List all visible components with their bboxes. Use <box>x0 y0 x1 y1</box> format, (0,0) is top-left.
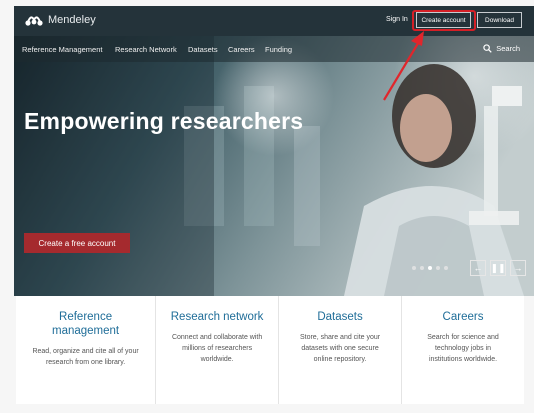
top-header: Mendeley Sign In Create account Download <box>14 6 534 36</box>
carousel-prev-button[interactable]: ← <box>470 260 486 276</box>
carousel-dot[interactable] <box>436 266 440 270</box>
hero-title: Empowering researchers <box>24 108 304 134</box>
carousel-dot[interactable] <box>444 266 448 270</box>
card-description: Search for science and technology jobs i… <box>427 334 499 363</box>
nav-reference-management[interactable]: Reference Management <box>22 45 102 54</box>
carousel-dot-active[interactable] <box>428 266 432 270</box>
arrow-left-icon: ← <box>473 263 483 273</box>
mendeley-logo[interactable]: Mendeley <box>24 13 96 27</box>
nav-research-network[interactable]: Research Network <box>115 45 177 54</box>
search-icon <box>483 44 492 53</box>
card-careers[interactable]: Careers Search for science and technolog… <box>402 296 524 404</box>
main-nav: Reference Management Research Network Da… <box>14 36 534 62</box>
download-button[interactable]: Download <box>477 12 522 28</box>
card-title: Datasets <box>317 311 363 323</box>
mendeley-logo-icon <box>25 16 43 26</box>
carousel-dot[interactable] <box>420 266 424 270</box>
card-description: Read, organize and cite all of your rese… <box>32 348 139 366</box>
carousel-pager <box>412 266 452 270</box>
mendeley-homepage: Empowering researchers Create a free acc… <box>0 0 534 413</box>
hero-lab-image <box>14 36 534 296</box>
annotation-highlight-box <box>412 10 476 31</box>
arrow-right-icon: → <box>513 263 523 273</box>
search-label: Search <box>496 44 520 53</box>
feature-cards: Reference management Read, organize and … <box>16 296 524 404</box>
nav-funding[interactable]: Funding <box>265 45 292 54</box>
create-free-account-button[interactable]: Create a free account <box>24 233 130 253</box>
nav-careers[interactable]: Careers <box>228 45 255 54</box>
card-description: Store, share and cite your datasets with… <box>299 334 381 363</box>
card-title: Research network <box>170 311 264 323</box>
card-title: Reference management <box>52 311 120 337</box>
logo-text: Mendeley <box>48 14 96 26</box>
card-description: Connect and collaborate with millions of… <box>171 334 263 363</box>
carousel-next-button[interactable]: → <box>510 260 526 276</box>
carousel-dot[interactable] <box>412 266 416 270</box>
card-datasets[interactable]: Datasets Store, share and cite your data… <box>279 296 403 404</box>
search-link[interactable]: Search <box>483 44 520 53</box>
carousel-pause-button[interactable]: ❚❚ <box>490 260 506 276</box>
hero-banner: Empowering researchers Create a free acc… <box>14 36 534 296</box>
sign-in-link[interactable]: Sign In <box>386 16 408 23</box>
card-reference-management[interactable]: Reference management Read, organize and … <box>16 296 157 404</box>
pause-icon: ❚❚ <box>490 262 506 273</box>
nav-datasets[interactable]: Datasets <box>188 45 218 54</box>
card-research-network[interactable]: Research network Connect and collaborate… <box>156 296 280 404</box>
card-title: Careers <box>442 311 484 323</box>
